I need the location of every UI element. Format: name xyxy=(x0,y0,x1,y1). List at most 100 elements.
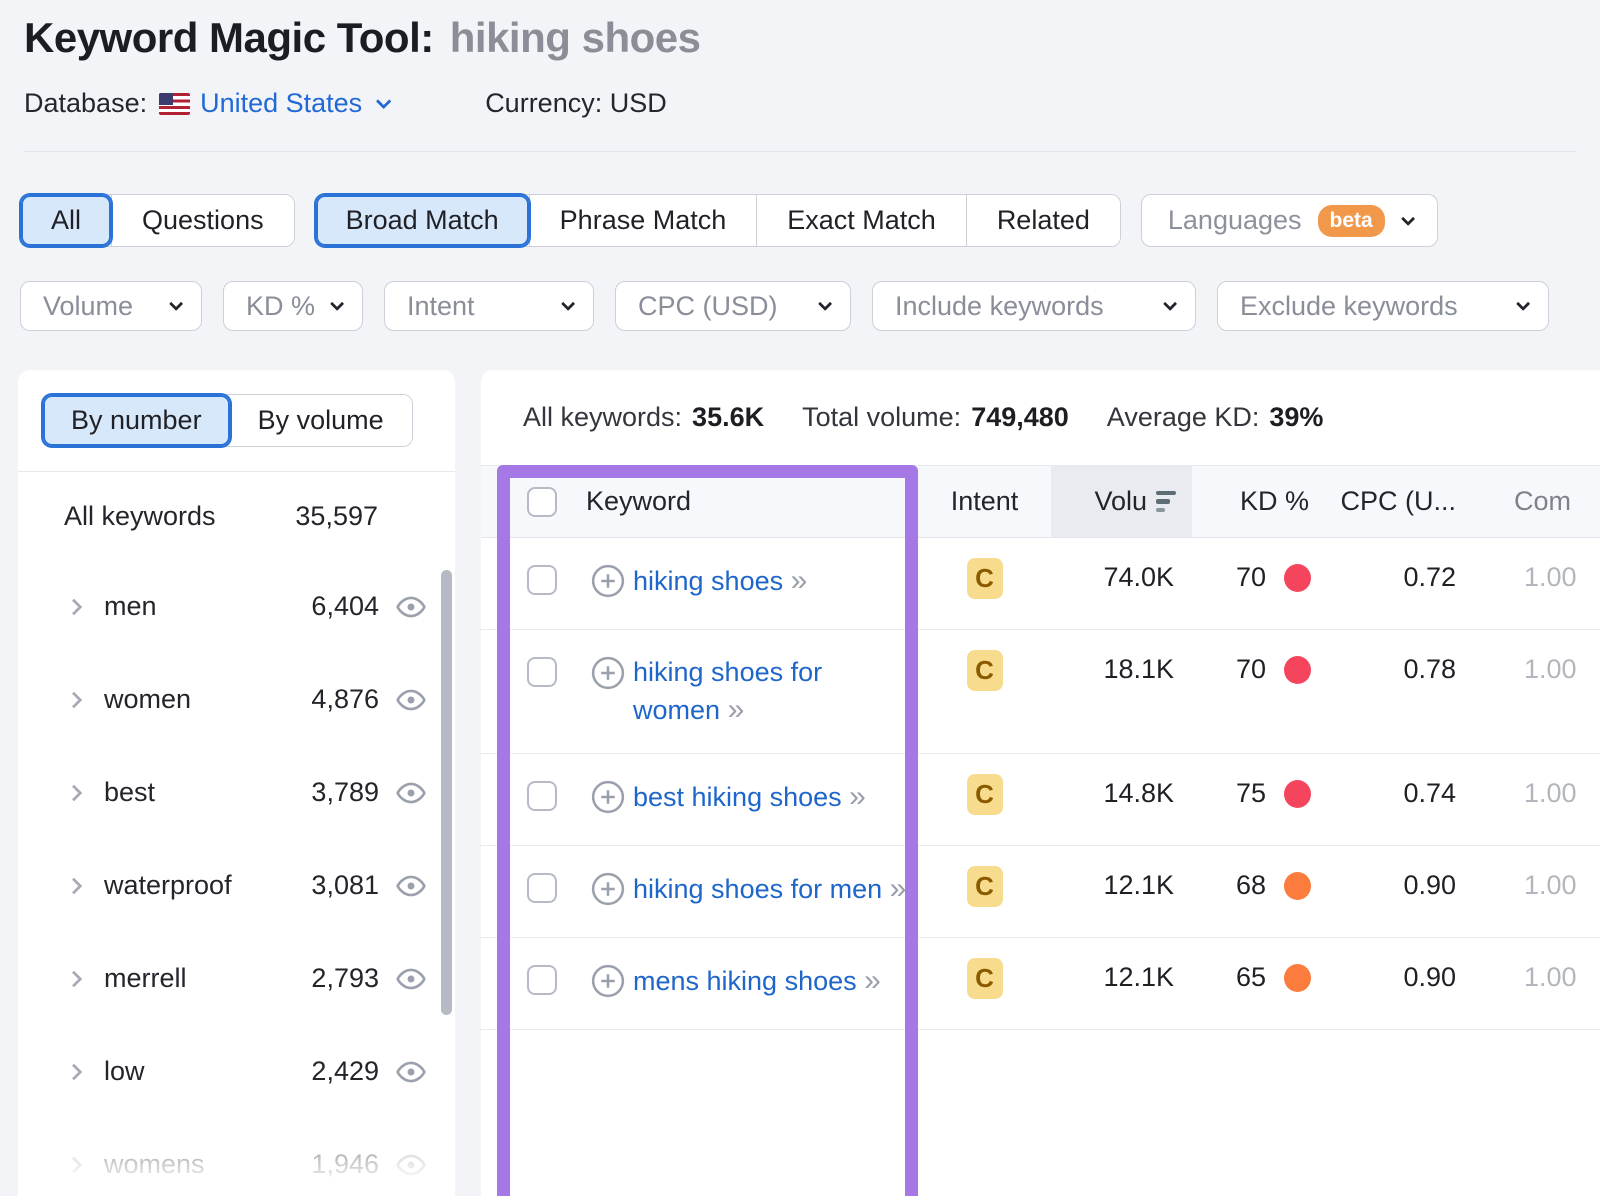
eye-icon[interactable] xyxy=(395,684,427,716)
filter-dropdown[interactable]: Volume xyxy=(20,281,202,331)
table-row: hiking shoes » C 74.0K 70 0.72 1.00 xyxy=(481,538,1600,630)
sort-descending-icon xyxy=(1156,491,1176,513)
volume-header-label: Volu xyxy=(1094,486,1147,517)
chevron-right-icon[interactable] xyxy=(66,1156,83,1173)
kd-difficulty-dot xyxy=(1284,564,1311,592)
toggle-label: By number xyxy=(71,405,202,435)
filter-dropdown[interactable]: Exclude keywords xyxy=(1217,281,1549,331)
keyword-link[interactable]: best hiking shoes xyxy=(633,782,842,812)
row-checkbox[interactable] xyxy=(527,657,557,687)
expand-keyword-icon[interactable]: » xyxy=(728,693,743,726)
sort-toggle[interactable]: By number xyxy=(43,395,230,446)
chevron-down-icon xyxy=(1516,297,1530,311)
chevron-down-icon xyxy=(376,94,392,110)
keyword-group-item[interactable]: best 3,789 xyxy=(18,746,455,839)
toggle-label: By volume xyxy=(258,405,384,435)
volume-value: 18.1K xyxy=(1051,630,1192,753)
cpc-value: 0.90 xyxy=(1317,938,1462,1029)
expand-keyword-icon[interactable]: » xyxy=(890,872,905,905)
chevron-right-icon[interactable] xyxy=(66,1063,83,1080)
keyword-group-item[interactable]: merrell 2,793 xyxy=(18,932,455,1025)
eye-icon[interactable] xyxy=(395,591,427,623)
tab-label: Broad Match xyxy=(346,205,499,236)
currency-label: Currency: USD xyxy=(485,88,667,119)
keyword-group-item[interactable]: women 4,876 xyxy=(18,653,455,746)
all-questions-tab-group: All Questions xyxy=(20,194,295,247)
match-type-tab[interactable]: Broad Match xyxy=(316,195,529,246)
eye-icon[interactable] xyxy=(395,1056,427,1088)
match-type-tab[interactable]: All xyxy=(21,195,111,246)
add-keyword-button[interactable] xyxy=(591,780,625,821)
keyword-group-item[interactable]: waterproof 3,081 xyxy=(18,839,455,932)
filter-dropdown[interactable]: Intent xyxy=(384,281,594,331)
tool-title: Keyword Magic Tool: xyxy=(24,14,434,62)
eye-icon[interactable] xyxy=(395,1149,427,1181)
languages-dropdown[interactable]: Languages beta xyxy=(1141,194,1438,247)
select-all-checkbox[interactable] xyxy=(527,487,557,517)
table-header-row: Keyword Intent Volu KD % CPC (U... Com xyxy=(481,465,1600,538)
sort-toggle-group: By number By volume xyxy=(42,394,413,447)
sort-toggle[interactable]: By volume xyxy=(230,395,412,446)
add-keyword-button[interactable] xyxy=(591,964,625,1005)
filter-label: Exclude keywords xyxy=(1240,291,1458,322)
match-type-tab[interactable]: Exact Match xyxy=(756,195,966,246)
languages-label: Languages xyxy=(1168,205,1302,236)
column-header-competition[interactable]: Com xyxy=(1462,466,1600,537)
add-keyword-button[interactable] xyxy=(591,564,625,605)
row-checkbox[interactable] xyxy=(527,965,557,995)
filter-dropdown[interactable]: KD % xyxy=(223,281,363,331)
row-checkbox[interactable] xyxy=(527,781,557,811)
chevron-right-icon[interactable] xyxy=(66,598,83,615)
column-header-cpc[interactable]: CPC (U... xyxy=(1317,466,1462,537)
chevron-right-icon[interactable] xyxy=(66,691,83,708)
keyword-link[interactable]: hiking shoes xyxy=(633,566,783,596)
filter-dropdown[interactable]: CPC (USD) xyxy=(615,281,851,331)
database-value: United States xyxy=(200,88,362,119)
sidebar-scrollbar[interactable] xyxy=(441,570,452,1015)
kd-value: 75 xyxy=(1236,778,1266,809)
database-selector[interactable]: United States xyxy=(200,88,387,119)
group-label: merrell xyxy=(104,963,187,994)
match-type-tab-bar: All Questions Broad Match Phrase Match E… xyxy=(20,194,1600,247)
match-type-tab[interactable]: Questions xyxy=(111,195,294,246)
volume-value: 74.0K xyxy=(1051,538,1192,629)
row-checkbox[interactable] xyxy=(527,565,557,595)
keyword-group-item[interactable]: men 6,404 xyxy=(18,560,455,653)
chevron-right-icon[interactable] xyxy=(66,877,83,894)
eye-icon[interactable] xyxy=(395,870,427,902)
table-stats-bar: All keywords: 35.6K Total volume: 749,48… xyxy=(481,370,1600,465)
add-keyword-button[interactable] xyxy=(591,656,625,697)
row-checkbox[interactable] xyxy=(527,873,557,903)
chevron-down-icon xyxy=(1163,297,1177,311)
filter-label: Include keywords xyxy=(895,291,1104,322)
chevron-right-icon[interactable] xyxy=(66,784,83,801)
expand-keyword-icon[interactable]: » xyxy=(791,564,806,597)
keyword-link[interactable]: mens hiking shoes xyxy=(633,966,857,996)
expand-keyword-icon[interactable]: » xyxy=(849,780,864,813)
group-count: 6,404 xyxy=(311,591,379,622)
keyword-group-item[interactable]: low 2,429 xyxy=(18,1025,455,1118)
match-type-tab[interactable]: Phrase Match xyxy=(529,195,757,246)
sidebar-item-all-keywords[interactable]: All keywords 35,597 xyxy=(18,472,455,560)
column-header-intent[interactable]: Intent xyxy=(918,466,1051,537)
kd-difficulty-dot xyxy=(1284,780,1311,808)
keyword-link[interactable]: hiking shoes for men xyxy=(633,874,882,904)
match-type-tab[interactable]: Related xyxy=(966,195,1120,246)
column-header-kd[interactable]: KD % xyxy=(1192,466,1317,537)
filter-dropdown[interactable]: Include keywords xyxy=(872,281,1196,331)
add-keyword-button[interactable] xyxy=(591,872,625,913)
eye-icon[interactable] xyxy=(395,777,427,809)
column-header-volume[interactable]: Volu xyxy=(1051,466,1192,537)
chevron-right-icon[interactable] xyxy=(66,970,83,987)
filter-label: Intent xyxy=(407,291,475,322)
group-count: 4,876 xyxy=(311,684,379,715)
keyword-group-item[interactable]: womens 1,946 xyxy=(18,1118,455,1196)
eye-icon[interactable] xyxy=(395,963,427,995)
filters-bar: Volume KD % Intent CPC (USD) Include key… xyxy=(20,281,1600,331)
table-body: hiking shoes » C 74.0K 70 0.72 1.00 xyxy=(481,538,1600,1030)
tab-label: Related xyxy=(997,205,1090,236)
table-row: best hiking shoes » C 14.8K 75 0.74 1.00 xyxy=(481,754,1600,846)
expand-keyword-icon[interactable]: » xyxy=(864,964,879,997)
header-divider xyxy=(24,151,1576,152)
beta-badge: beta xyxy=(1318,205,1385,237)
